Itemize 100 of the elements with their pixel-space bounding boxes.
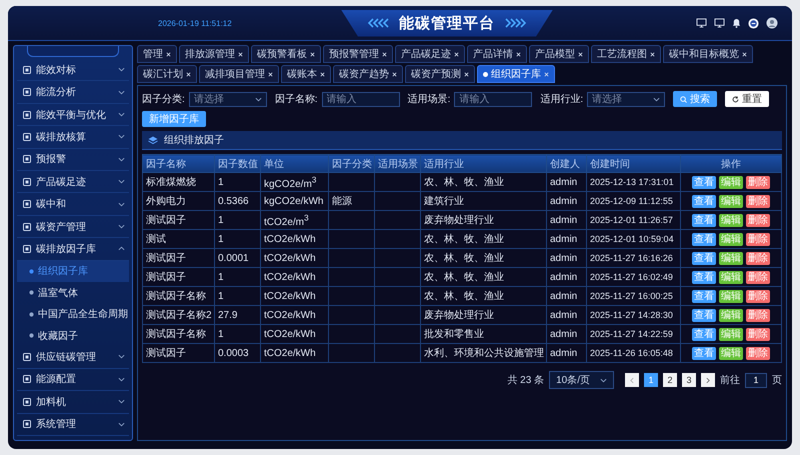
tab[interactable]: 碳预警看板 bbox=[251, 45, 321, 63]
close-icon[interactable] bbox=[578, 52, 583, 56]
tab[interactable]: 排放源管理 bbox=[179, 45, 249, 63]
table-cell: 能源 bbox=[328, 192, 374, 210]
menu-item[interactable]: 能源配置 bbox=[17, 368, 129, 392]
page-button[interactable]: 2 bbox=[663, 373, 677, 387]
table-cell bbox=[328, 268, 374, 286]
submenu-item[interactable]: 中国产品全生命周期 bbox=[17, 303, 129, 325]
close-icon[interactable] bbox=[382, 52, 387, 56]
table-cell bbox=[328, 324, 374, 344]
tab[interactable]: 组织因子库 bbox=[477, 65, 555, 83]
tab[interactable]: 碳汇计划 bbox=[137, 65, 197, 83]
dot-icon bbox=[29, 312, 34, 317]
table-cell: 2025-12-13 17:31:01 bbox=[586, 172, 680, 192]
column-header: 创建时间 bbox=[586, 154, 680, 172]
chevrons-icon bbox=[367, 18, 391, 28]
reset-button[interactable]: 重置 bbox=[725, 91, 770, 107]
input-field[interactable]: 请输入 bbox=[322, 92, 400, 106]
select-field[interactable]: 请选择 bbox=[587, 92, 666, 106]
table-cell bbox=[328, 210, 374, 230]
table-cell: 2025-12-01 11:26:57 bbox=[586, 210, 680, 230]
page-button[interactable]: 3 bbox=[682, 373, 696, 387]
tab[interactable]: 碳账本 bbox=[281, 65, 331, 83]
column-header: 因子分类 bbox=[328, 154, 374, 172]
menu-item[interactable]: 预报警 bbox=[17, 148, 129, 172]
submenu-item[interactable]: 组织因子库 bbox=[17, 260, 129, 282]
table-cell: 0.0001 bbox=[214, 248, 260, 268]
tab[interactable]: 碳资产趋势 bbox=[333, 65, 403, 83]
table-cell: 0.0003 bbox=[214, 344, 260, 362]
search-icon bbox=[680, 96, 688, 102]
tab[interactable]: 产品模型 bbox=[529, 45, 589, 63]
avatar-icon[interactable] bbox=[766, 17, 778, 29]
menu-item[interactable]: 加料机 bbox=[17, 391, 129, 414]
chevrons-icon bbox=[503, 18, 527, 28]
table-cell: 测试因子 bbox=[142, 268, 214, 286]
table-cell: 农、林、牧、渔业 bbox=[420, 268, 546, 286]
close-icon[interactable] bbox=[166, 52, 171, 56]
page-input[interactable]: 1 bbox=[745, 372, 767, 388]
close-icon[interactable] bbox=[320, 72, 325, 76]
table-cell bbox=[374, 324, 420, 344]
close-icon[interactable] bbox=[464, 72, 469, 76]
bell-icon[interactable] bbox=[732, 18, 741, 28]
tab[interactable]: 产品详情 bbox=[467, 45, 527, 63]
table-cell: tCO2e/kWh bbox=[260, 344, 328, 362]
table-cell: tCO2e/kWh bbox=[260, 268, 328, 286]
menu-item[interactable]: 能效平衡与优化 bbox=[17, 104, 129, 126]
menu-item[interactable]: 能效对标 bbox=[17, 59, 129, 82]
tab[interactable]: 管理 bbox=[137, 45, 177, 63]
submenu-item[interactable]: 收藏因子 bbox=[17, 324, 129, 346]
close-icon[interactable] bbox=[516, 52, 521, 56]
tab[interactable]: 减排项目管理 bbox=[199, 65, 279, 83]
square-icon bbox=[23, 222, 31, 231]
table-cell bbox=[374, 192, 420, 210]
menu-item[interactable]: 系统管理 bbox=[17, 414, 129, 436]
tab[interactable]: 预报警管理 bbox=[323, 45, 393, 63]
close-icon[interactable] bbox=[650, 52, 655, 56]
menu-item[interactable]: 碳排放核算 bbox=[17, 126, 129, 149]
close-icon[interactable] bbox=[238, 52, 243, 56]
table-cell: kgCO2e/kWh bbox=[260, 192, 328, 210]
select-field[interactable]: 请选择 bbox=[188, 92, 267, 106]
chevron-icon bbox=[254, 96, 262, 102]
square-icon bbox=[23, 375, 31, 384]
close-icon[interactable] bbox=[454, 52, 459, 56]
menu-item[interactable]: 碳中和 bbox=[17, 193, 129, 216]
table-cell: admin bbox=[546, 324, 586, 344]
monitor-icon[interactable] bbox=[696, 18, 707, 28]
table-cell: 1 bbox=[214, 172, 260, 192]
close-icon[interactable] bbox=[268, 72, 273, 76]
table-cell bbox=[374, 172, 420, 192]
menu-item[interactable]: 碳资产管理 bbox=[17, 216, 129, 238]
tab[interactable]: 碳中和目标概览 bbox=[663, 45, 753, 63]
tab[interactable]: 碳资产预测 bbox=[405, 65, 475, 83]
tab[interactable]: 产品碳足迹 bbox=[395, 45, 465, 63]
dot-icon bbox=[29, 268, 34, 274]
app-title: 能碳管理平台 bbox=[399, 14, 495, 32]
emblem-icon[interactable] bbox=[748, 18, 759, 28]
menu-item[interactable]: 供应链碳管理 bbox=[17, 346, 129, 369]
close-icon[interactable] bbox=[310, 52, 315, 56]
close-icon[interactable] bbox=[742, 52, 747, 56]
close-icon[interactable] bbox=[186, 72, 191, 76]
page-size-select[interactable]: 10条/页 bbox=[549, 371, 614, 389]
input-field[interactable]: 请输入 bbox=[454, 92, 532, 106]
table-cell: tCO2e/kWh bbox=[260, 248, 328, 268]
menu-item[interactable]: 产品碳足迹 bbox=[17, 171, 129, 194]
table-cell bbox=[374, 286, 420, 306]
square-icon bbox=[23, 110, 31, 119]
table-cell: 2025-11-27 16:16:26 bbox=[586, 248, 680, 268]
close-icon[interactable] bbox=[392, 72, 397, 76]
submenu-item[interactable]: 温室气体 bbox=[17, 282, 129, 304]
monitor-icon[interactable] bbox=[714, 18, 725, 28]
column-header: 因子数值 bbox=[214, 154, 260, 172]
next-page-button[interactable] bbox=[701, 373, 715, 387]
tab[interactable]: 工艺流程图 bbox=[591, 45, 661, 63]
table-cell: 农、林、牧、渔业 bbox=[420, 172, 546, 192]
menu-item[interactable]: 能流分析 bbox=[17, 81, 129, 104]
square-icon bbox=[23, 398, 31, 406]
filter-label: 因子分类: bbox=[142, 92, 185, 106]
table-cell bbox=[374, 230, 420, 248]
table-cell: 测试因子名称2 bbox=[142, 306, 214, 324]
table-cell: 测试 bbox=[142, 230, 214, 248]
